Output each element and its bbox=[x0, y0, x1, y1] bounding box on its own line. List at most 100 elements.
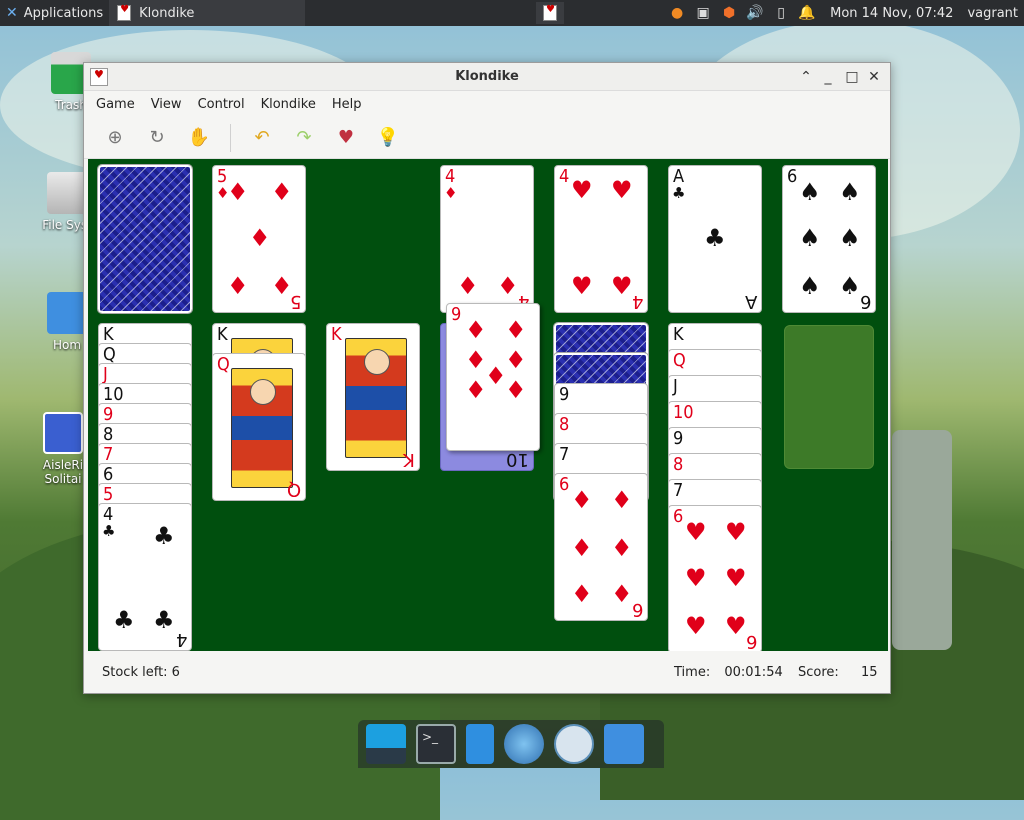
deal-icon[interactable]: ♥ bbox=[329, 121, 363, 155]
foundation-2[interactable]: 4 ♥ ♥ ♥ ♥ 4 bbox=[554, 165, 648, 313]
network-icon[interactable]: ▣ bbox=[694, 4, 712, 22]
pip: ♦ bbox=[465, 376, 487, 404]
new-game-icon[interactable]: ⊕ bbox=[98, 121, 132, 155]
menu-game[interactable]: Game bbox=[88, 97, 143, 112]
score-label: Score: bbox=[798, 664, 839, 680]
card-rank: 5 bbox=[103, 484, 114, 505]
xfce-logo-icon: ✕ bbox=[6, 5, 18, 21]
diamond-icon: ♦ bbox=[571, 580, 593, 608]
drive-icon bbox=[47, 172, 87, 214]
restart-icon[interactable]: ↻ bbox=[140, 121, 174, 155]
card-rank-bottom: K bbox=[403, 449, 415, 470]
clock[interactable]: Mon 14 Nov, 07:42 bbox=[830, 6, 953, 21]
pip: ♥ bbox=[611, 176, 633, 204]
volume-icon[interactable]: 🔊 bbox=[746, 4, 764, 22]
score-value: 15 bbox=[860, 664, 878, 680]
card-rank: 6 bbox=[103, 464, 114, 485]
tableau-column-7-empty-slot[interactable] bbox=[784, 325, 874, 469]
minimize-button[interactable]: _ bbox=[818, 67, 838, 87]
card-table[interactable]: 5 ♦ ♦ ♦ ♦ ♦ ♦ 5 4 ♦ ♦ ♦ 4 4 ♥ ♥ ♥ ♥ 4 A … bbox=[88, 159, 888, 653]
card-rank: 4 bbox=[559, 166, 570, 187]
pip: ♦ bbox=[505, 346, 527, 374]
card-suit: ♦ bbox=[444, 184, 458, 202]
card-rank: J bbox=[103, 364, 108, 385]
heart-icon: ♥ bbox=[685, 612, 707, 640]
show-desktop-icon[interactable] bbox=[366, 724, 406, 764]
tableau-card-top[interactable]: 6 ♦ ♦ ♦ ♦ ♦ ♦ 6 bbox=[554, 473, 648, 621]
card-rank: K bbox=[331, 324, 342, 345]
time-label: Time: bbox=[674, 664, 711, 680]
score-display: Score: 15 bbox=[798, 665, 877, 680]
pip: ♦ bbox=[465, 316, 487, 344]
heart-icon: ♥ bbox=[685, 564, 707, 592]
foundation-1[interactable]: 4 ♦ ♦ ♦ 4 bbox=[440, 165, 534, 313]
card-suit: ♣ bbox=[672, 184, 686, 202]
window-titlebar[interactable]: Klondike ⌃ _ □ ✕ bbox=[84, 63, 890, 91]
taskbar-title: Klondike bbox=[139, 5, 195, 21]
taskbar-klondike-button[interactable]: Klondike bbox=[109, 0, 306, 26]
foundation-3[interactable]: A ♣ ♣ A bbox=[668, 165, 762, 313]
pip: ♠ bbox=[799, 178, 821, 206]
redo-icon[interactable]: ↷ bbox=[287, 121, 321, 155]
queen-face-icon bbox=[231, 368, 293, 488]
undo-icon[interactable]: ↶ bbox=[245, 121, 279, 155]
hint-icon[interactable]: 💡 bbox=[371, 121, 405, 155]
package-updates-icon[interactable]: ⬢ bbox=[720, 4, 738, 22]
close-button[interactable]: ✕ bbox=[864, 67, 884, 87]
user-name[interactable]: vagrant bbox=[967, 6, 1018, 21]
card-rank-bottom: A bbox=[744, 291, 757, 312]
battery-icon[interactable]: ▯ bbox=[772, 4, 790, 22]
foundation-4[interactable]: 6 ♠ ♠ ♠ ♠ ♠ ♠ 6 bbox=[782, 165, 876, 313]
waste-card[interactable]: 5 ♦ ♦ ♦ ♦ ♦ ♦ 5 bbox=[212, 165, 306, 313]
stock-left-label: Stock left: 6 bbox=[102, 664, 180, 680]
home-folder-icon bbox=[47, 292, 87, 334]
card-rank: 9 bbox=[451, 304, 462, 325]
tableau-column-3-card[interactable]: K K bbox=[326, 323, 420, 471]
pip: ♦ bbox=[465, 346, 487, 374]
card-rank: 7 bbox=[103, 444, 114, 465]
heart-icon: ♥ bbox=[725, 612, 747, 640]
window-app-icon bbox=[90, 68, 108, 86]
time-value: 00:01:54 bbox=[724, 664, 783, 680]
menu-klondike[interactable]: Klondike bbox=[253, 97, 324, 112]
card-rank: Q bbox=[217, 354, 230, 375]
app-finder-icon[interactable] bbox=[554, 724, 594, 764]
minimize-icon[interactable]: ⌃ bbox=[796, 67, 816, 87]
pip: ♠ bbox=[839, 224, 861, 252]
card-rank: K bbox=[673, 324, 684, 345]
card-rank: Q bbox=[673, 350, 686, 371]
file-manager-icon[interactable] bbox=[466, 724, 494, 764]
card-rank: 9 bbox=[103, 404, 114, 425]
terminal-icon[interactable]: >_ bbox=[416, 724, 456, 764]
tableau-card-top[interactable]: 4 ♣ ♣ ♣ ♣ 4 bbox=[98, 503, 192, 651]
menu-control[interactable]: Control bbox=[190, 97, 253, 112]
firefox-icon[interactable]: ● bbox=[668, 4, 686, 22]
stock-pile[interactable] bbox=[97, 164, 193, 314]
notification-bell-icon[interactable]: 🔔 bbox=[798, 4, 816, 22]
pip: ♦ bbox=[227, 178, 249, 206]
card-rank: 9 bbox=[673, 428, 684, 449]
pip: ♣ bbox=[704, 224, 726, 252]
web-browser-icon[interactable] bbox=[504, 724, 544, 764]
hand-icon[interactable]: ✋ bbox=[182, 121, 216, 155]
pip: ♦ bbox=[485, 362, 507, 390]
cards-launcher-icon bbox=[543, 4, 557, 21]
heart-icon: ♥ bbox=[725, 564, 747, 592]
folder-icon[interactable] bbox=[604, 724, 644, 764]
pip: ♦ bbox=[271, 178, 293, 206]
applications-menu[interactable]: ✕ Applications bbox=[0, 0, 109, 26]
tableau-card-top[interactable]: 6 ♥ ♥ ♥ ♥ ♥ ♥ 6 bbox=[668, 505, 762, 653]
diamond-icon: ♦ bbox=[571, 534, 593, 562]
menu-view[interactable]: View bbox=[143, 97, 190, 112]
club-icon: ♣ bbox=[113, 606, 135, 634]
toolbar: ⊕ ↻ ✋ ↶ ↷ ♥ 💡 bbox=[84, 117, 890, 159]
launcher-cards-button[interactable] bbox=[536, 2, 564, 24]
dock: >_ bbox=[358, 720, 664, 768]
card-rank: 10 bbox=[673, 402, 694, 423]
king-face-icon bbox=[345, 338, 407, 458]
time-display: Time: 00:01:54 bbox=[674, 665, 783, 680]
maximize-button[interactable]: □ bbox=[842, 67, 862, 87]
pip: ♠ bbox=[799, 224, 821, 252]
menu-help[interactable]: Help bbox=[324, 97, 370, 112]
tableau-card-top[interactable]: Q Q bbox=[212, 353, 306, 501]
